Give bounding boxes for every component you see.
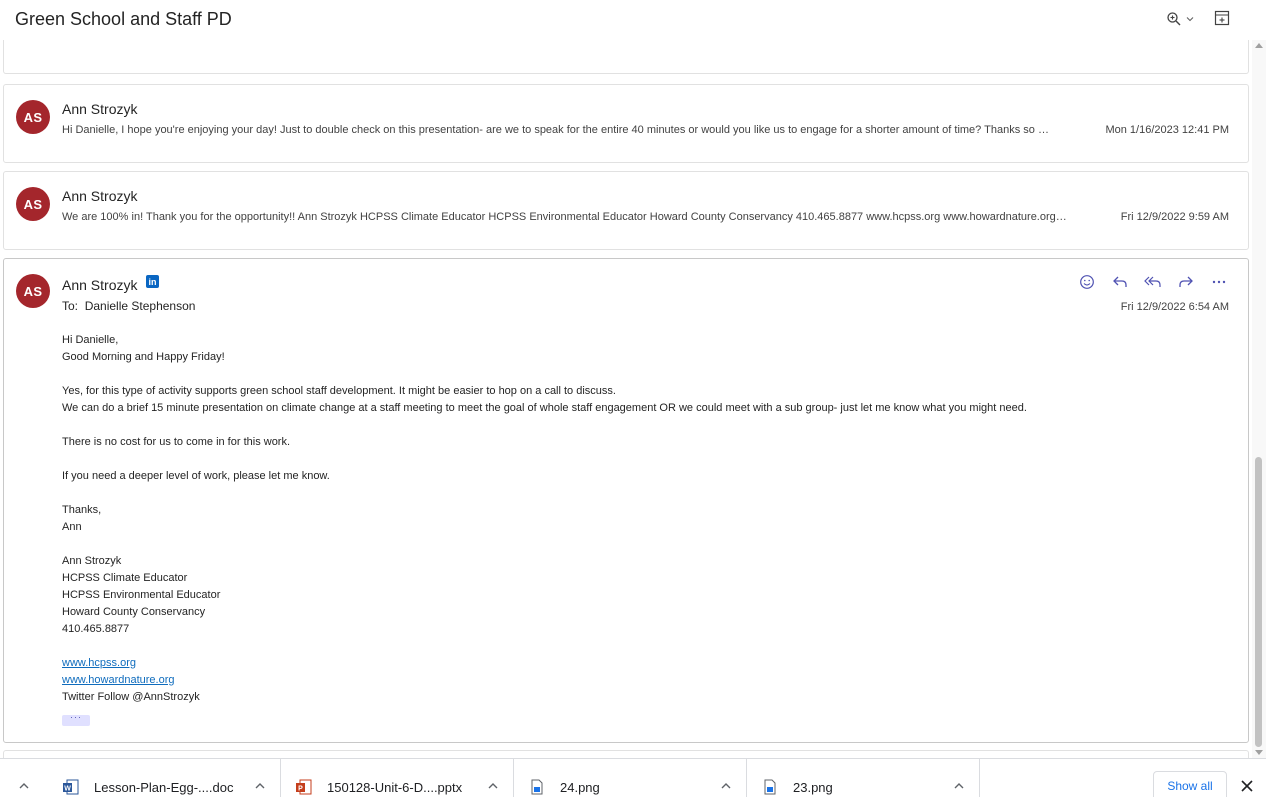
download-item[interactable]: P 150128-Unit-6-D....pptx xyxy=(281,759,514,797)
reading-pane-header: Green School and Staff PD xyxy=(0,0,1266,40)
download-filename: 23.png xyxy=(793,780,833,795)
message-date: Fri 12/9/2022 6:54 AM xyxy=(1120,301,1229,313)
hcpss-link[interactable]: www.hcpss.org xyxy=(62,657,136,669)
zoom-button[interactable] xyxy=(1166,8,1200,30)
sender-name: Ann Strozyk xyxy=(62,188,138,204)
message-date: Mon 1/16/2023 12:41 PM xyxy=(1105,124,1229,136)
howardnature-link[interactable]: www.howardnature.org xyxy=(62,674,175,686)
image-file-icon xyxy=(764,779,776,795)
body-line: Good Morning and Happy Friday! xyxy=(62,351,225,363)
forward-button[interactable] xyxy=(1174,272,1197,292)
signature-phone: 410.465.8877 xyxy=(62,623,130,635)
emoji-icon xyxy=(1079,275,1094,289)
message-preview: Hi Danielle, I hope you're enjoying your… xyxy=(62,124,1052,136)
svg-text:P: P xyxy=(298,786,303,793)
message-card-expanded: AS Ann Strozyk in To: Danielle Stephenso… xyxy=(3,258,1249,743)
avatar: AS xyxy=(16,187,50,221)
body-line: Yes, for this type of activity supports … xyxy=(62,385,616,397)
message-actions xyxy=(1075,272,1230,292)
to-label: To: xyxy=(62,299,79,313)
scroll-thumb[interactable] xyxy=(1255,457,1262,747)
vertical-scrollbar[interactable] xyxy=(1252,40,1266,758)
linkedin-icon[interactable]: in xyxy=(146,275,159,288)
close-icon[interactable] xyxy=(1240,779,1254,793)
body-line: There is no cost for us to come in for t… xyxy=(62,436,291,448)
download-shelf: W Lesson-Plan-Egg-....doc P 150128-Unit-… xyxy=(0,758,1266,797)
body-line: We can do a brief 15 minute presentation… xyxy=(62,402,1027,414)
chevron-up-icon[interactable] xyxy=(953,781,965,791)
sender-name[interactable]: Ann Strozyk xyxy=(62,277,137,293)
chevron-down-icon xyxy=(1186,17,1194,22)
scroll-up-icon[interactable] xyxy=(1255,43,1263,48)
forward-icon xyxy=(1178,276,1193,287)
body-line: Ann xyxy=(62,521,82,533)
show-quoted-text-button[interactable]: ··· xyxy=(62,713,90,726)
download-item[interactable]: 24.png xyxy=(514,759,747,797)
recipient-name[interactable]: Danielle Stephenson xyxy=(85,299,196,313)
reply-all-button[interactable] xyxy=(1141,272,1164,292)
message-date: Fri 12/9/2022 9:59 AM xyxy=(1120,211,1229,223)
more-horizontal-icon xyxy=(1212,280,1225,284)
message-card-partial[interactable] xyxy=(3,40,1249,74)
body-line: If you need a deeper level of work, plea… xyxy=(62,470,330,482)
signature-title: HCPSS Environmental Educator xyxy=(62,589,221,601)
conversation-title: Green School and Staff PD xyxy=(15,9,232,29)
powerpoint-icon: P xyxy=(296,779,312,795)
sender-name: Ann Strozyk xyxy=(62,101,138,117)
body-line: Hi Danielle, xyxy=(62,334,119,346)
download-item[interactable]: 23.png xyxy=(747,759,980,797)
chevron-up-icon[interactable] xyxy=(720,781,732,791)
open-in-new-window-icon[interactable] xyxy=(1213,9,1231,27)
reply-all-icon xyxy=(1143,276,1161,287)
chevron-up-icon[interactable] xyxy=(18,781,30,791)
body-line: Thanks, xyxy=(62,504,102,516)
word-document-icon: W xyxy=(63,779,79,795)
signature-org: Howard County Conservancy xyxy=(62,606,206,618)
message-body: Hi Danielle, Good Morning and Happy Frid… xyxy=(62,332,1222,706)
message-card-collapsed[interactable]: AS Ann Strozyk We are 100% in! Thank you… xyxy=(3,171,1249,250)
reply-icon xyxy=(1112,276,1127,287)
avatar[interactable]: AS xyxy=(16,274,50,308)
chevron-up-icon[interactable] xyxy=(487,781,499,791)
scroll-down-icon[interactable] xyxy=(1255,750,1263,755)
download-filename: 24.png xyxy=(560,780,600,795)
recipient-line: To: Danielle Stephenson xyxy=(62,299,195,313)
message-preview: We are 100% in! Thank you for the opport… xyxy=(62,211,1067,223)
chevron-up-icon[interactable] xyxy=(254,781,266,791)
zoom-icon xyxy=(1167,12,1181,26)
download-filename: Lesson-Plan-Egg-....doc xyxy=(94,780,234,795)
react-button[interactable] xyxy=(1075,272,1098,292)
show-all-downloads-button[interactable]: Show all xyxy=(1153,771,1227,797)
reply-button[interactable] xyxy=(1108,272,1131,292)
signature-title: HCPSS Climate Educator xyxy=(62,572,188,584)
message-card-collapsed[interactable]: AS Ann Strozyk Hi Danielle, I hope you'r… xyxy=(3,84,1249,163)
signature-twitter: Twitter Follow @AnnStrozyk xyxy=(62,691,200,703)
download-filename: 150128-Unit-6-D....pptx xyxy=(327,780,463,795)
image-file-icon xyxy=(531,779,543,795)
svg-text:W: W xyxy=(64,786,71,793)
download-item[interactable]: W Lesson-Plan-Egg-....doc xyxy=(48,759,281,797)
avatar: AS xyxy=(16,100,50,134)
more-actions-button[interactable] xyxy=(1207,272,1230,292)
signature-name: Ann Strozyk xyxy=(62,555,122,567)
